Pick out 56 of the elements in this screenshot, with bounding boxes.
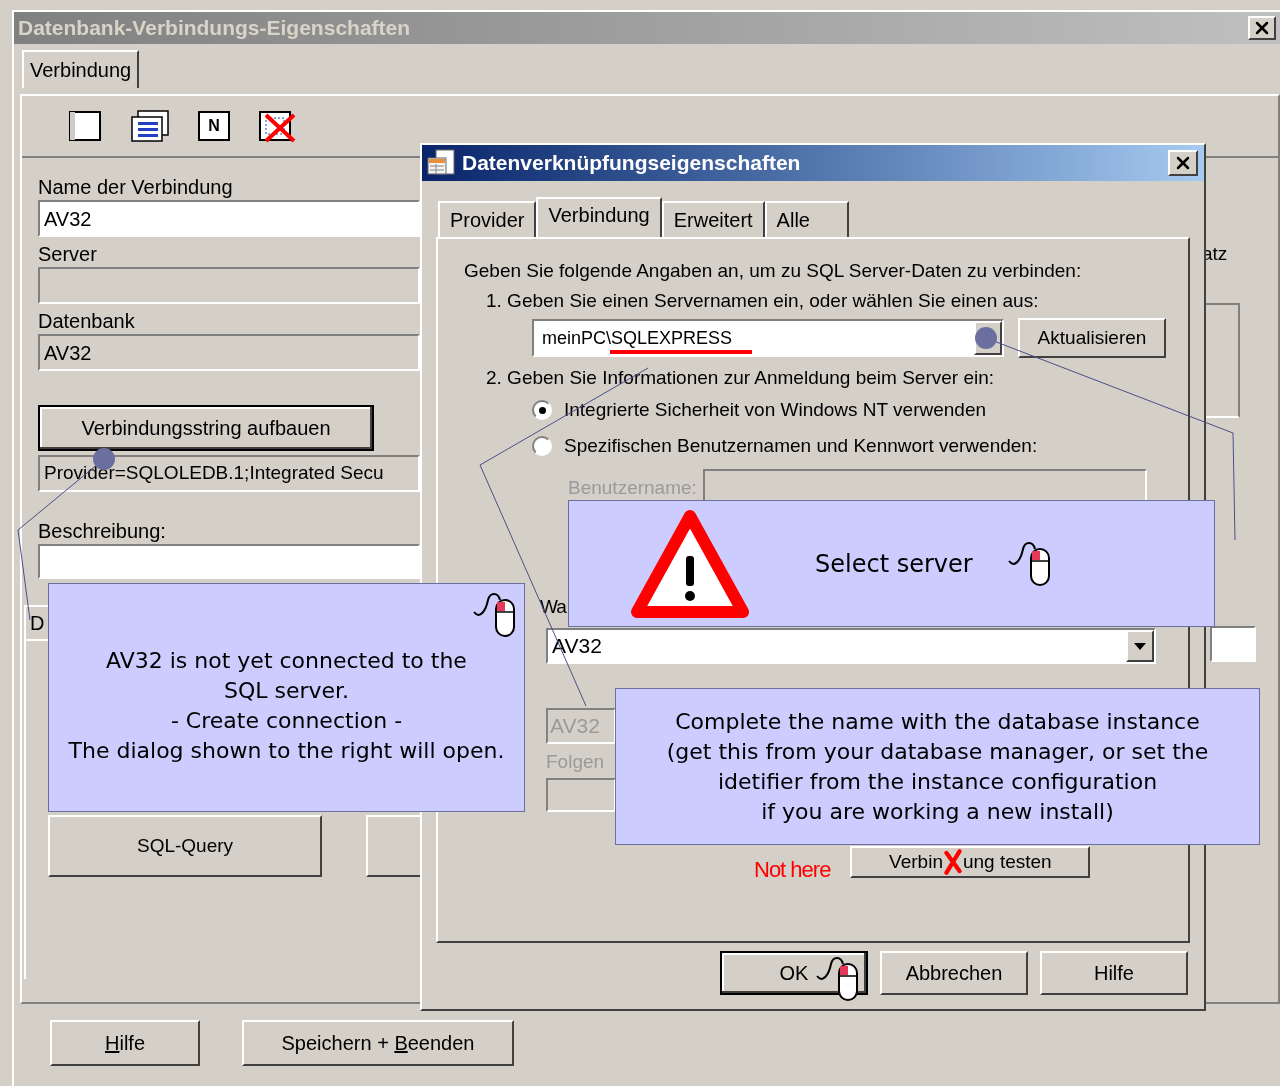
footer-button[interactable]: Speichern + Beenden	[242, 1020, 514, 1066]
field-label: Beschreibung:	[38, 519, 167, 544]
warning-icon	[631, 507, 749, 620]
data-link-icon	[426, 148, 458, 178]
field-label: Datenbank	[38, 309, 136, 334]
mouse-icon	[472, 590, 518, 640]
cross-icon	[942, 847, 963, 877]
tab[interactable]: Verbindung	[536, 197, 662, 237]
dialog-button[interactable]: OK	[720, 951, 868, 995]
tab[interactable]: Verbindung	[22, 50, 140, 88]
stacked-forms-icon[interactable]	[130, 109, 170, 143]
query-button[interactable]: SQL-Query	[48, 815, 322, 877]
refresh-button[interactable]: Aktualisieren	[1018, 318, 1166, 358]
text-field[interactable]	[38, 544, 420, 579]
instruction-text: 2. Geben Sie Informationen zur Anmeldung beim Server ein:	[486, 366, 994, 390]
dialog-button[interactable]: Hilfe	[1040, 951, 1188, 995]
field-label: Benutzername:	[568, 476, 697, 500]
delete-form-icon[interactable]	[258, 109, 298, 143]
radio-label: Spezifischen Benutzernamen und Kennwort verwenden:	[564, 434, 1038, 458]
callout-text: Select server	[815, 548, 973, 580]
footer-button[interactable]: Hilfe	[50, 1020, 200, 1066]
dropdown-button[interactable]	[1126, 630, 1154, 662]
instruction-text: Geben Sie folgende Angaben an, um zu SQL Server-Daten zu verbinden:	[464, 259, 1082, 283]
warning-note: Not here	[754, 858, 831, 882]
text-field[interactable]	[1210, 625, 1256, 662]
server-name: meinPC\SQLEXPRESS	[542, 327, 733, 350]
callout-text: Complete the name with the database instance (get this from your database manager, or set the idetifier from the instance configuration if you are working a new install)	[666, 707, 1209, 826]
dialog-button[interactable]: Abbrechen	[880, 951, 1028, 995]
tab[interactable]: Provider	[438, 201, 537, 237]
mouse-icon	[815, 954, 861, 1004]
build-button[interactable]: Verbindungsstring aufbauen	[38, 405, 374, 451]
instruction-text: 1. Geben Sie einen Servernamen ein, oder wählen Sie einen aus:	[486, 289, 1039, 313]
callout-text: AV32 is not yet connected to the SQL server. - Create connection - The dialog shown to the right will open.	[68, 647, 505, 765]
caret-icon	[1134, 642, 1146, 650]
radio-label: Integrierte Sicherheit von Windows NT verwenden	[564, 398, 987, 422]
radio-button[interactable]	[532, 436, 552, 456]
close-button[interactable]	[1168, 150, 1198, 176]
field-label: Server	[38, 242, 98, 267]
form-icon[interactable]: N	[198, 111, 230, 141]
marker-dot	[975, 327, 997, 349]
database-combobox[interactable]: AV32	[546, 628, 1156, 664]
tab[interactable]: Erweitert	[661, 201, 765, 237]
test-connection-button[interactable]: Verbin ung testen	[850, 846, 1091, 878]
username-field[interactable]	[702, 469, 1147, 500]
text-field[interactable]: Provider=SQLOLEDB.1;Integrated Secu	[38, 455, 420, 492]
close-button[interactable]	[1248, 16, 1276, 40]
tab[interactable]: Alle	[764, 201, 849, 237]
window-title: Datenbank-Verbindungs-Eigenschaften	[18, 15, 411, 42]
text-field[interactable]: AV32	[38, 200, 420, 237]
dialog-title: Datenverknüpfungseigenschaften	[462, 150, 801, 177]
radio-button[interactable]	[532, 400, 552, 420]
field-label: Name der Verbindung	[38, 175, 234, 200]
radio-label: Wa	[540, 595, 566, 619]
server-combobox[interactable]: meinPC\SQLEXPRESS	[532, 319, 1004, 357]
window-icon[interactable]	[68, 110, 102, 142]
field-label: Folgen	[546, 750, 605, 774]
